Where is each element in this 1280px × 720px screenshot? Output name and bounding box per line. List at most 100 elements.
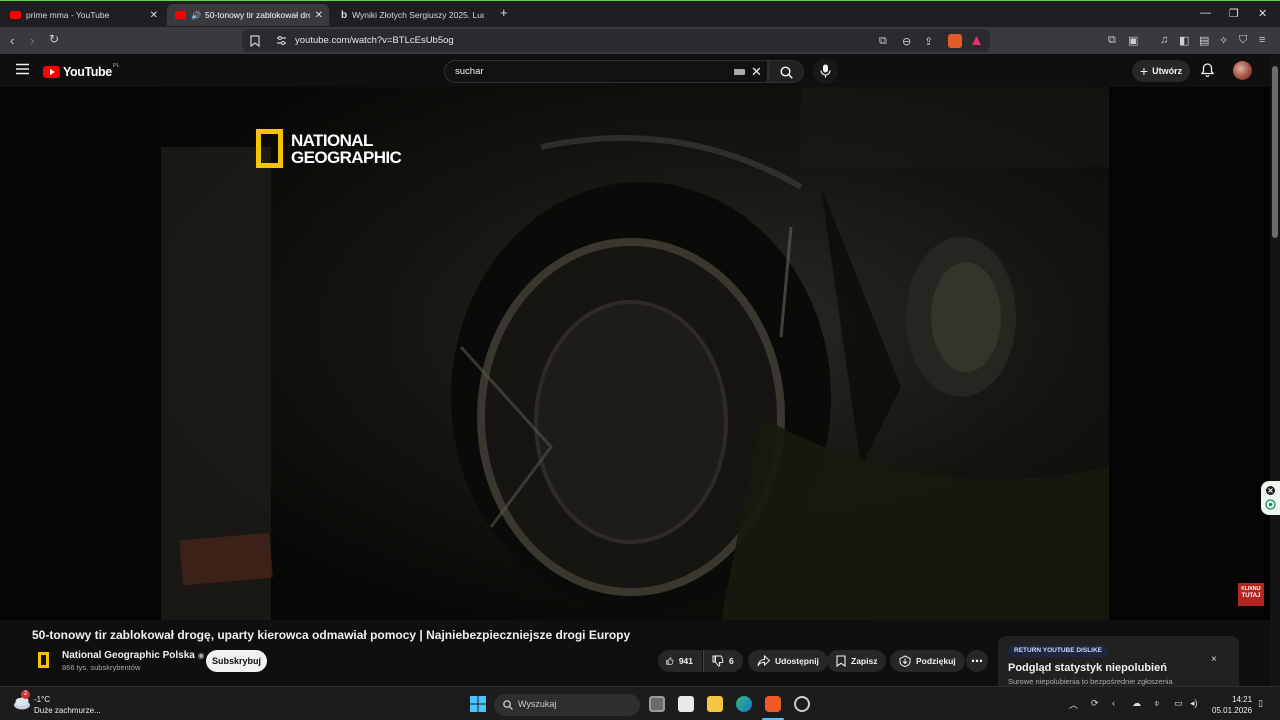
share-label: Udostępnij	[775, 656, 819, 666]
youtube-wordmark: YouTube	[63, 65, 112, 79]
media-controls-icon[interactable]: ♫	[1160, 34, 1168, 46]
thanks-label: Podziękuj	[916, 656, 956, 666]
like-button[interactable]: 941	[658, 650, 702, 672]
share-arrow-icon	[757, 655, 770, 667]
network-tray-icon[interactable]: ‹	[1112, 698, 1115, 708]
address-bar[interactable]: youtube.com/watch?v=BTLcEsUb5og ⧉ ⊖ ⇪	[242, 29, 990, 52]
sync-tray-icon[interactable]: ⟳	[1091, 698, 1099, 709]
windows-start-icon[interactable]	[470, 696, 486, 712]
thumbs-down-icon	[712, 655, 724, 667]
show-hidden-icons-icon[interactable]: ︿	[1069, 698, 1078, 711]
screenshot-icon[interactable]: ▣	[1128, 34, 1138, 47]
cloud-tray-icon[interactable]: ☁	[1132, 698, 1141, 709]
share-button[interactable]: Udostępnij	[748, 650, 828, 672]
file-explorer-icon[interactable]	[707, 696, 723, 712]
save-label: Zapisz	[851, 656, 878, 666]
volume-tray-icon[interactable]: ◂)	[1190, 698, 1198, 709]
page-scrollbar[interactable]	[1270, 54, 1280, 686]
audio-playing-icon[interactable]: 🔊	[191, 11, 201, 20]
vpn-shield-icon[interactable]: ⛉	[1239, 34, 1247, 47]
browser-tab[interactable]: b Wyniki Złotych Sergiuszy 2025. Ludzi	[333, 4, 493, 26]
restore-window-icon[interactable]: ❐	[1229, 7, 1239, 20]
browser-tab-label: prime mma - YouTube	[26, 10, 110, 20]
clear-search-icon[interactable]: ✕	[751, 64, 762, 80]
new-tab-icon[interactable]: +	[500, 5, 508, 20]
task-view-icon[interactable]	[649, 696, 665, 712]
back-arrow-icon[interactable]: ‹	[10, 33, 14, 48]
verified-badge-icon: ◉	[197, 651, 205, 660]
microphone-tray-icon[interactable]: ⌽	[1154, 698, 1159, 709]
search-icon	[780, 66, 793, 79]
forward-arrow-icon[interactable]: ›	[30, 33, 34, 48]
keyboard-icon[interactable]	[734, 69, 745, 75]
create-button[interactable]: + Utwórz	[1132, 60, 1190, 82]
save-button[interactable]: Zapisz	[827, 650, 887, 672]
minimize-window-icon[interactable]: —	[1200, 7, 1211, 19]
more-actions-button[interactable]: ⋯	[966, 650, 988, 672]
weather-widget[interactable]: 2 -1°C Duże zachmurze...	[12, 690, 101, 715]
site-settings-icon[interactable]	[276, 35, 288, 47]
scrollbar-thumb[interactable]	[1272, 66, 1278, 238]
notification-center-icon[interactable]: ▯	[1258, 698, 1263, 709]
browser-toolbar: ‹ › ↻ youtube.com/watch?v=BTLcEsUb5og ⧉ …	[0, 27, 1280, 54]
extensions-icon[interactable]: ⧉	[1108, 34, 1116, 47]
like-count: 941	[678, 656, 693, 666]
country-code: PL	[112, 63, 120, 69]
system-app-icon[interactable]	[794, 696, 810, 712]
taskbar-clock[interactable]: 14:21 05.01.2026	[1212, 694, 1252, 716]
search-input[interactable]: suchar	[455, 66, 484, 77]
youtube-masthead: YouTube PL suchar ✕ + Utwórz	[0, 54, 1270, 87]
monitor-tray-icon[interactable]: ▭	[1174, 698, 1183, 709]
brave-browser-icon[interactable]	[765, 696, 781, 712]
search-button[interactable]	[768, 60, 804, 83]
super-thanks-icon	[899, 655, 911, 667]
voice-search-button[interactable]	[813, 59, 838, 84]
open-external-icon[interactable]: ⧉	[879, 35, 891, 47]
close-window-icon[interactable]: ✕	[1258, 7, 1267, 20]
channel-name[interactable]: National Geographic Polska ◉	[62, 650, 205, 661]
channel-avatar[interactable]	[34, 651, 52, 669]
brave-shields-icon[interactable]	[948, 34, 962, 48]
search-box[interactable]: suchar ✕	[444, 60, 768, 83]
reload-icon[interactable]: ↻	[49, 32, 59, 46]
video-title: 50-tonowy tir zablokował drogę, uparty k…	[32, 628, 631, 642]
watermark-line: NATIONAL	[291, 130, 373, 150]
browser-tab[interactable]: prime mma - YouTube ✕	[2, 4, 164, 26]
microsoft-store-icon[interactable]	[678, 696, 694, 712]
subscribe-button[interactable]: Subskrybuj	[206, 650, 267, 672]
close-tab-icon[interactable]: ✕	[150, 10, 158, 21]
youtube-logo[interactable]: YouTube PL	[43, 63, 120, 79]
browser-tab-active[interactable]: 🔊 50-tonowy tir zablokował drog ✕	[167, 4, 329, 26]
wallet-icon[interactable]: ▤	[1199, 34, 1209, 47]
taskbar-search-label: Wyszukaj	[518, 699, 557, 709]
notifications-bell-icon[interactable]	[1201, 63, 1214, 77]
thanks-button[interactable]: Podziękuj	[890, 650, 965, 672]
ryd-close-button[interactable]: ×	[1211, 654, 1217, 665]
weather-desc: Duże zachmurze...	[34, 706, 101, 715]
side-extension-widget[interactable]	[1261, 481, 1280, 515]
close-tab-icon[interactable]: ✕	[315, 10, 323, 21]
zoom-icon[interactable]: ⊖	[902, 35, 914, 48]
bookmark-icon[interactable]	[250, 35, 262, 47]
menu-icon[interactable]: ≡	[1259, 34, 1265, 46]
url-text: youtube.com/watch?v=BTLcEsUb5og	[295, 35, 454, 46]
share-page-icon[interactable]: ⇪	[924, 35, 936, 48]
extension-controls-icon	[1265, 486, 1276, 510]
brave-rewards-icon[interactable]	[971, 35, 983, 47]
sidebar-toggle-icon[interactable]: ◧	[1179, 34, 1189, 47]
click-here-overlay[interactable]: KLIKNIJ TUTAJ	[1238, 583, 1264, 606]
ryd-popup: RETURN YOUTUBE DISLIKE Podgląd statystyk…	[998, 636, 1239, 688]
dislike-button[interactable]: 6	[703, 650, 743, 672]
leo-ai-icon[interactable]: ✧	[1219, 34, 1228, 47]
edge-browser-icon[interactable]	[736, 696, 752, 712]
clock-time: 14:21	[1232, 695, 1253, 704]
create-label: Utwórz	[1152, 66, 1183, 76]
browser-tab-strip: prime mma - YouTube ✕ 🔊 50-tonowy tir za…	[0, 0, 1280, 27]
guide-menu-icon[interactable]	[16, 63, 29, 75]
account-avatar[interactable]	[1233, 61, 1252, 80]
video-player[interactable]: NATIONAL GEOGRAPHIC KLIKNIJ TUTAJ	[0, 87, 1270, 620]
video-frame[interactable]: NATIONAL GEOGRAPHIC	[161, 87, 1109, 620]
overlay-line: TUTAJ	[1241, 593, 1261, 599]
taskbar-search[interactable]: Wyszukaj	[494, 694, 640, 716]
weather-temp: -1°C	[34, 695, 51, 704]
